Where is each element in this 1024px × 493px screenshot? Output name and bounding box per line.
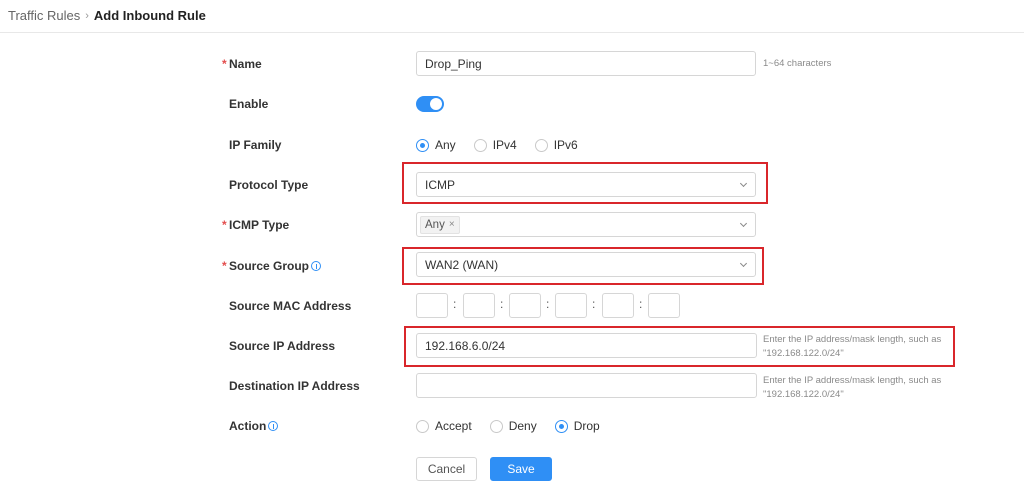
hint-line: "192.168.122.0/24" [763,348,844,359]
protocol-type-label: Protocol Type [229,178,309,192]
mac-octet-6-input[interactable] [648,293,680,318]
action-label-text: Action [229,419,267,433]
name-input[interactable]: Drop_Ping [416,51,756,76]
icmp-type-multiselect[interactable]: Any × [416,212,756,237]
radio-label: IPv4 [492,138,517,152]
name-hint: 1~64 characters [763,58,832,69]
protocol-type-value: ICMP [425,177,455,192]
page-title: Add Inbound Rule [93,8,206,23]
mac-separator: : [592,297,596,311]
action-label: Action [229,418,279,434]
radio-label: IPv6 [553,138,578,152]
icmp-type-tag: Any × [420,215,460,234]
source-ip-hint: Enter the IP address/mask length, such a… [763,333,941,361]
destination-ip-label: Destination IP Address [229,379,360,393]
ip-family-option-any[interactable]: Any [416,138,456,152]
cancel-button[interactable]: Cancel [416,457,477,481]
mac-octet-1-input[interactable] [416,293,448,318]
source-group-label: Source Group [229,258,322,274]
mac-octet-2-input[interactable] [463,293,495,318]
radio-label: Accept [435,419,472,433]
icmp-type-label: ICMP Type [229,218,290,232]
toggle-knob [430,98,442,110]
mac-octet-3-input[interactable] [509,293,541,318]
mac-octet-5-input[interactable] [602,293,634,318]
close-icon[interactable]: × [449,219,455,230]
action-option-deny[interactable]: Deny [489,419,537,433]
mac-separator: : [546,297,550,311]
radio-selected-icon [416,138,429,152]
source-group-value: WAN2 (WAN) [425,257,499,272]
required-mark: * [222,57,227,71]
radio-icon [489,419,503,433]
hint-line: Enter the IP address/mask length, such a… [763,375,942,386]
mac-separator: : [453,297,457,311]
page-header: Traffic Rules › Add Inbound Rule [0,0,1024,33]
action-option-accept[interactable]: Accept [416,419,472,433]
ip-family-radio-group: Any IPv4 IPv6 [416,137,596,153]
hint-line: "192.168.122.0/24" [763,389,844,400]
action-option-drop[interactable]: Drop [554,419,600,433]
mac-octet-4-input[interactable] [555,293,587,318]
source-group-select[interactable]: WAN2 (WAN) [416,252,756,277]
breadcrumb: Traffic Rules › Add Inbound Rule [8,8,206,23]
mac-separator: : [639,297,643,311]
enable-label: Enable [229,97,269,111]
save-button[interactable]: Save [490,457,552,481]
required-mark: * [222,259,227,273]
action-radio-group: Accept Deny Drop [416,418,618,434]
radio-label: Any [435,138,456,152]
source-mac-label: Source MAC Address [229,299,352,313]
hint-line: Enter the IP address/mask length, such a… [763,334,942,345]
radio-icon [473,138,487,152]
breadcrumb-traffic-rules-link[interactable]: Traffic Rules [8,8,80,23]
required-mark: * [222,218,227,232]
radio-selected-icon [554,419,568,433]
radio-label: Deny [508,419,537,433]
protocol-type-select[interactable]: ICMP [416,172,756,197]
radio-label: Drop [573,419,600,433]
chevron-right-icon: › [85,9,89,22]
enable-toggle[interactable] [416,96,444,112]
source-ip-label: Source IP Address [229,339,336,353]
chevron-down-icon [739,259,748,268]
source-group-label-text: Source Group [229,259,310,273]
chevron-down-icon [739,179,748,188]
destination-ip-hint: Enter the IP address/mask length, such a… [763,374,941,402]
name-label: Name [229,57,262,71]
ip-family-option-ipv6[interactable]: IPv6 [534,138,578,152]
ip-family-label: IP Family [229,138,282,152]
destination-ip-input[interactable] [416,373,757,398]
info-icon[interactable] [268,421,279,431]
mac-separator: : [500,297,504,311]
radio-icon [416,419,429,433]
tag-label: Any [425,218,445,231]
radio-icon [534,138,548,152]
chevron-down-icon [739,219,748,228]
info-icon[interactable] [311,261,322,271]
ip-family-option-ipv4[interactable]: IPv4 [473,138,517,152]
source-ip-input[interactable]: 192.168.6.0/24 [416,333,757,358]
